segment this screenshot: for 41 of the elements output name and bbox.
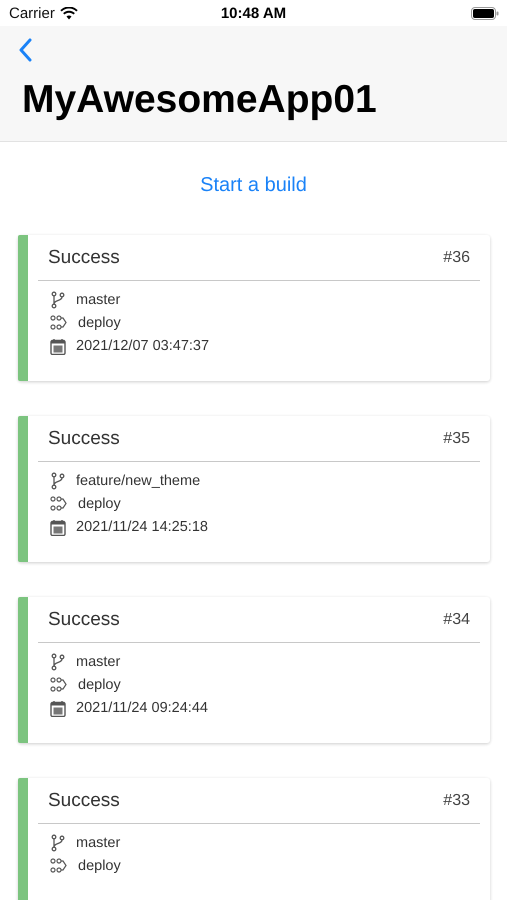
start-build-button[interactable]: Start a build [196, 172, 311, 199]
build-card[interactable]: Success #36 master deploy 2021/12/07 03:47:37 [18, 235, 490, 381]
workflow-name: deploy [78, 315, 121, 331]
page-title: MyAwesomeApp01 [22, 78, 377, 122]
build-card[interactable]: Success #35 feature/new_theme deploy 2021/11/24 14:25:18 [18, 416, 490, 562]
carrier-label: Carrier [9, 4, 55, 22]
wifi-icon [60, 6, 78, 20]
battery-icon [471, 6, 499, 20]
build-status: Success [48, 608, 120, 630]
branch-name: master [76, 654, 120, 670]
build-date: 2021/11/24 14:25:18 [76, 519, 208, 535]
workflow-name: deploy [78, 858, 121, 874]
branch-icon [50, 291, 66, 309]
build-status: Success [48, 428, 120, 450]
branch-name: master [76, 835, 120, 851]
build-number: #35 [443, 430, 470, 448]
calendar-icon [50, 518, 66, 536]
workflow-name: deploy [78, 677, 121, 693]
build-number: #33 [443, 792, 470, 810]
branch-name: feature/new_theme [76, 473, 200, 489]
branch-icon [50, 653, 66, 671]
build-card[interactable]: Success #33 master deploy [18, 778, 490, 900]
build-number: #36 [443, 248, 470, 266]
branch-icon [50, 834, 66, 852]
calendar-icon [50, 700, 66, 716]
back-icon[interactable] [18, 38, 32, 62]
calendar-icon [50, 338, 66, 354]
build-status: Success [48, 790, 120, 812]
workflow-icon [50, 858, 68, 874]
build-number: #34 [443, 610, 470, 628]
workflow-name: deploy [78, 496, 121, 512]
branch-icon [50, 472, 66, 490]
workflow-icon [50, 315, 68, 331]
workflow-icon [50, 496, 68, 512]
branch-name: master [76, 292, 120, 308]
build-status: Success [48, 246, 120, 268]
build-date: 2021/12/07 03:47:37 [76, 338, 210, 354]
build-date: 2021/11/24 09:24:44 [76, 700, 208, 716]
build-card[interactable]: Success #34 master deploy 2021/11/24 09:24:44 [18, 597, 490, 743]
clock-time: 10:48 AM [220, 4, 286, 22]
workflow-icon [50, 677, 68, 693]
